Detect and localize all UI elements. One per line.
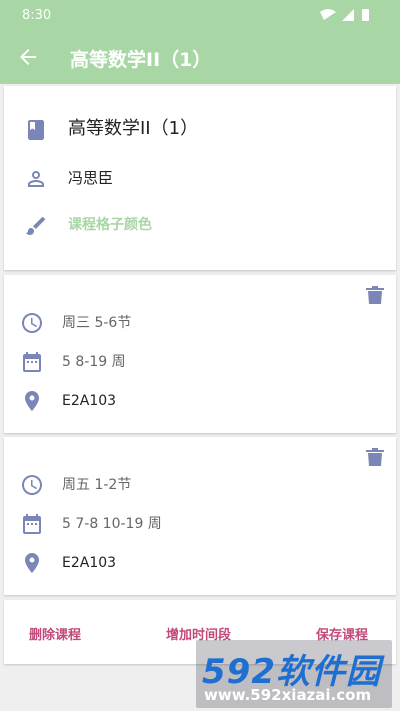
period-weeks-row[interactable]: 5 7-8 10-19 周	[4, 508, 396, 540]
delete-course-button[interactable]: 删除课程	[29, 624, 81, 643]
period-time-row[interactable]: 周五 1-2节	[4, 469, 396, 501]
battery-icon	[362, 9, 369, 21]
location-pin-icon	[25, 391, 39, 411]
clock-icon	[22, 475, 42, 495]
calendar-icon	[23, 352, 41, 372]
wifi-icon	[320, 9, 336, 20]
app-bar: 高等数学II（1）	[0, 30, 400, 84]
period-room: E2A103	[62, 555, 117, 571]
person-icon	[28, 171, 44, 187]
course-info-card: 高等数学II（1） 冯思臣 课程格子颜色	[4, 86, 396, 270]
system-status-icons	[320, 9, 369, 21]
course-name-row[interactable]: 高等数学II（1）	[4, 114, 396, 146]
color-row[interactable]: 课程格子颜色	[4, 210, 396, 242]
course-name: 高等数学II（1）	[68, 118, 199, 139]
book-icon	[28, 120, 44, 140]
period-weeks-row[interactable]: 5 8-19 周	[4, 346, 396, 378]
watermark-url: www.592xiazai.com	[204, 686, 372, 704]
status-time: 8:30	[22, 8, 52, 23]
period-card: 周五 1-2节 5 7-8 10-19 周 E2A103	[4, 437, 396, 595]
clock-icon	[22, 313, 42, 333]
course-color-link[interactable]: 课程格子颜色	[68, 215, 152, 235]
period-room: E2A103	[62, 393, 117, 409]
teacher-name: 冯思臣	[68, 169, 114, 187]
status-bar: 8:30	[0, 0, 400, 30]
back-arrow-icon[interactable]	[16, 45, 40, 69]
period-room-row[interactable]: E2A103	[4, 385, 396, 417]
page-title: 高等数学II（1）	[70, 49, 212, 71]
watermark-logo: 592软件园 www.592xiazai.com	[196, 640, 392, 708]
delete-period-icon[interactable]	[366, 285, 384, 305]
signal-icon	[342, 9, 354, 21]
period-weeks: 5 8-19 周	[62, 354, 126, 370]
period-time-row[interactable]: 周三 5-6节	[4, 307, 396, 339]
location-pin-icon	[25, 553, 39, 573]
period-room-row[interactable]: E2A103	[4, 547, 396, 579]
period-weeks: 5 7-8 10-19 周	[62, 516, 162, 532]
teacher-row[interactable]: 冯思臣	[4, 163, 396, 195]
delete-period-icon[interactable]	[366, 447, 384, 467]
brush-icon	[26, 216, 46, 235]
calendar-icon	[23, 514, 41, 534]
period-time: 周三 5-6节	[62, 315, 132, 331]
period-time: 周五 1-2节	[62, 477, 132, 493]
period-card: 周三 5-6节 5 8-19 周 E2A103	[4, 275, 396, 433]
